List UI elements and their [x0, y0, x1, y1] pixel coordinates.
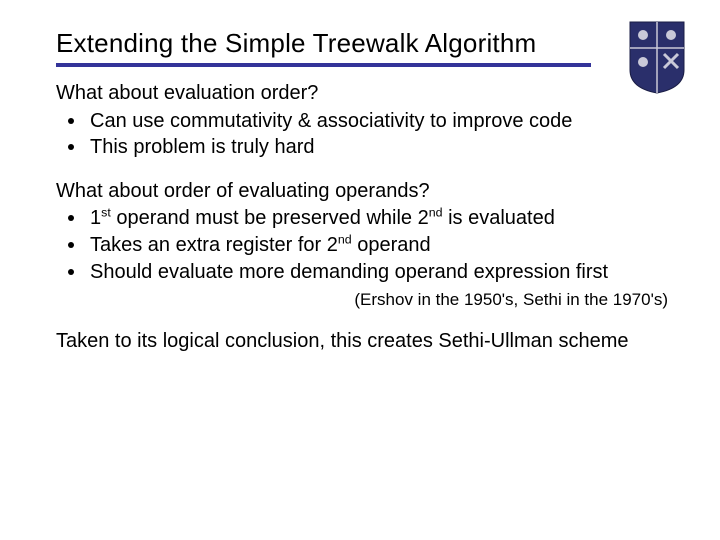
section2-lead: What about order of evaluating operands? [56, 179, 672, 205]
slide-title: Extending the Simple Treewalk Algorithm [56, 28, 672, 61]
conclusion-text: Taken to its logical conclusion, this cr… [56, 329, 672, 355]
section1-lead: What about evaluation order? [56, 81, 672, 107]
slide-body: What about evaluation order? Can use com… [56, 81, 672, 355]
crest-logo [628, 20, 686, 95]
text: 1 [90, 207, 101, 229]
text: is evaluated [443, 207, 555, 229]
list-item: Should evaluate more demanding operand e… [56, 260, 672, 286]
attribution-text: (Ershov in the 1950's, Sethi in the 1970… [56, 289, 668, 311]
text: operand [352, 234, 431, 256]
section1-list: Can use commutativity & associativity to… [56, 109, 672, 161]
ordinal-suffix: st [101, 206, 111, 220]
ordinal-suffix: nd [429, 206, 443, 220]
text: Takes an extra register for 2 [90, 234, 338, 256]
list-item: Takes an extra register for 2nd operand [56, 233, 672, 259]
ordinal-suffix: nd [338, 232, 352, 246]
list-item: This problem is truly hard [56, 135, 672, 161]
title-underline [56, 63, 591, 67]
slide: Extending the Simple Treewalk Algorithm … [0, 0, 720, 540]
section2-list: 1st operand must be preserved while 2nd … [56, 206, 672, 285]
list-item: Can use commutativity & associativity to… [56, 109, 672, 135]
list-item: 1st operand must be preserved while 2nd … [56, 206, 672, 232]
text: operand must be preserved while 2 [111, 207, 429, 229]
